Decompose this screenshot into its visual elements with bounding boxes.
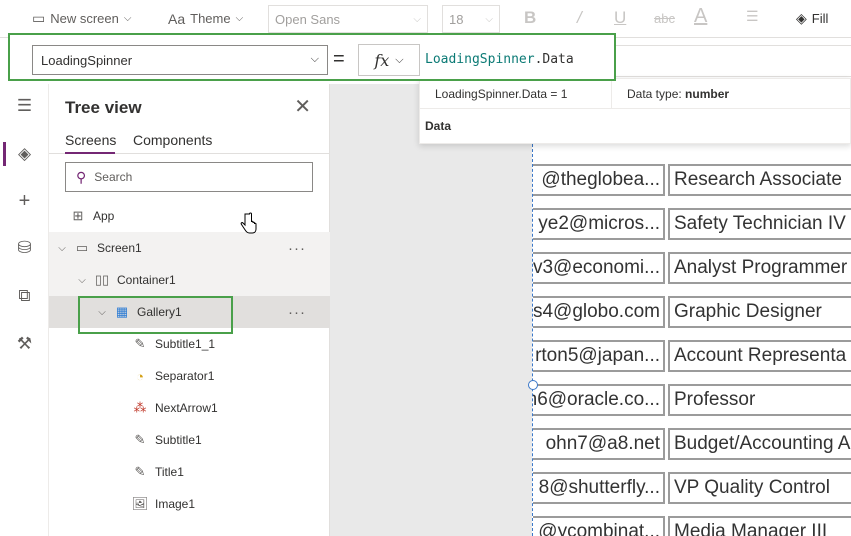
font-size-select[interactable]: 18 ⌵ xyxy=(442,5,500,33)
tab-components[interactable]: Components xyxy=(133,132,212,148)
chevron-down-icon: ⌵ xyxy=(123,13,132,24)
function-button[interactable]: fx ⌵ xyxy=(358,44,420,76)
panel-title: Tree view xyxy=(65,98,142,117)
chevron-down-icon: ⌵ xyxy=(78,274,86,286)
formula-result-panel: LoadingSpinner.Data = 1 Data type: numbe… xyxy=(419,78,851,144)
tree-node-nextarrow1[interactable]: ⁂ NextArrow1 xyxy=(49,392,330,424)
email-cell: @ycombinat... xyxy=(533,516,665,536)
app-icon: ⊞ xyxy=(72,208,84,223)
tab-screens[interactable]: Screens xyxy=(65,132,116,148)
theme-icon: Aa xyxy=(168,10,186,27)
tree-node-container[interactable]: ⌵ ▯▯ Container1 xyxy=(49,264,330,296)
label-edit-icon: ✎ xyxy=(134,432,146,447)
font-color-icon[interactable]: A xyxy=(694,5,707,28)
data-section-label: Data xyxy=(425,119,452,133)
hand-cursor-icon xyxy=(240,212,257,234)
formula-result: LoadingSpinner.Data = 1 xyxy=(420,78,612,109)
chevron-down-icon: ⌵ xyxy=(235,13,244,24)
tree-node-screen[interactable]: ⌵ ▭ Screen1 ··· xyxy=(49,232,330,264)
italic-icon[interactable]: / xyxy=(577,8,582,28)
hamburger-menu-icon[interactable]: ☰ xyxy=(0,96,49,116)
title-cell: Graphic Designer xyxy=(668,296,851,328)
close-icon[interactable]: ✕ xyxy=(294,94,311,119)
resize-handle[interactable] xyxy=(528,380,538,390)
tree-node-image1[interactable]: 🖼 Image1 xyxy=(49,488,330,520)
tree-node-title1[interactable]: ✎ Title1 xyxy=(49,456,330,488)
new-screen-icon: ▭ xyxy=(32,10,46,26)
chevron-down-icon: ⌵ xyxy=(413,13,421,25)
media-icon[interactable]: ⧉ xyxy=(0,286,49,306)
new-screen-button[interactable]: ▭ New screen ⌵ xyxy=(32,0,131,38)
more-options-icon[interactable]: ··· xyxy=(288,304,306,321)
text-align-icon[interactable]: ☰ xyxy=(746,8,759,25)
email-cell: n6@oracle.co... xyxy=(533,384,665,416)
title-cell: Safety Technician IV xyxy=(668,208,851,240)
title-cell: VP Quality Control xyxy=(668,472,851,504)
email-cell: v3@economi... xyxy=(533,252,665,284)
email-cell: @theglobea... xyxy=(533,164,665,196)
formula-input[interactable]: LoadingSpinner.Data xyxy=(425,52,574,67)
chevron-down-icon: ⌵ xyxy=(310,53,319,65)
title-cell: Account Representa xyxy=(668,340,851,372)
shape-icon: ◔ xyxy=(136,368,144,384)
advanced-tools-icon[interactable]: ⚒ xyxy=(0,334,49,354)
data-cylinder-icon[interactable]: ⛁ xyxy=(0,238,49,258)
formula-bar-extension xyxy=(616,45,851,77)
screen-icon: ▭ xyxy=(75,240,89,255)
label-edit-icon: ✎ xyxy=(134,336,146,351)
left-rail: ☰ ◈ + ⛁ ⧉ ⚒ xyxy=(0,84,49,536)
chevron-down-icon: ⌵ xyxy=(485,13,493,25)
title-cell: Budget/Accounting A xyxy=(668,428,851,460)
search-icon: ⚲ xyxy=(76,168,87,185)
icons-icon: ⁂ xyxy=(133,400,147,415)
email-cell: rton5@japan... xyxy=(533,340,665,372)
image-icon: 🖼 xyxy=(131,496,149,511)
title-cell: Analyst Programmer xyxy=(668,252,851,284)
fill-icon: ◈ xyxy=(796,10,807,26)
search-input[interactable]: ⚲ Search xyxy=(65,162,313,192)
tab-active-underline xyxy=(65,152,115,154)
font-family-select[interactable]: Open Sans ⌵ xyxy=(268,5,428,33)
insert-plus-icon[interactable]: + xyxy=(0,190,49,213)
label-edit-icon: ✎ xyxy=(134,464,146,479)
strikethrough-icon[interactable]: abc xyxy=(654,11,675,26)
title-cell: Research Associate xyxy=(668,164,851,196)
underline-icon[interactable]: U xyxy=(614,8,626,28)
title-cell: Media Manager III xyxy=(668,516,851,536)
tree-node-app[interactable]: ⊞ App xyxy=(49,200,330,232)
chevron-down-icon: ⌵ xyxy=(395,53,404,66)
chevron-down-icon: ⌵ xyxy=(58,242,66,254)
data-type: Data type: number xyxy=(627,86,730,101)
email-cell: ohn7@a8.net xyxy=(533,428,665,460)
layers-icon[interactable]: ◈ xyxy=(0,144,49,164)
fx-icon: fx xyxy=(374,50,390,70)
email-cell: 8@shutterfly... xyxy=(533,472,665,504)
property-dropdown[interactable]: LoadingSpinner ⌵ xyxy=(32,45,328,75)
equals-sign: = xyxy=(333,48,345,70)
app-preview-frame: @theglobea... Research Associate ye2@mic… xyxy=(532,144,851,536)
more-options-icon[interactable]: ··· xyxy=(288,240,306,257)
gallery-highlight xyxy=(78,296,233,334)
fill-button[interactable]: ◈ Fill xyxy=(796,0,828,38)
tree-node-separator1[interactable]: ◔ Separator1 xyxy=(49,360,330,392)
tree-node-subtitle1[interactable]: ✎ Subtitle1 xyxy=(49,424,330,456)
title-cell: Professor xyxy=(668,384,851,416)
bold-icon[interactable]: B xyxy=(524,8,536,28)
container-icon: ▯▯ xyxy=(94,272,110,287)
theme-button[interactable]: Aa Theme ⌵ xyxy=(168,0,243,38)
email-cell: s4@globo.com xyxy=(533,296,665,328)
email-cell: ye2@micros... xyxy=(533,208,665,240)
